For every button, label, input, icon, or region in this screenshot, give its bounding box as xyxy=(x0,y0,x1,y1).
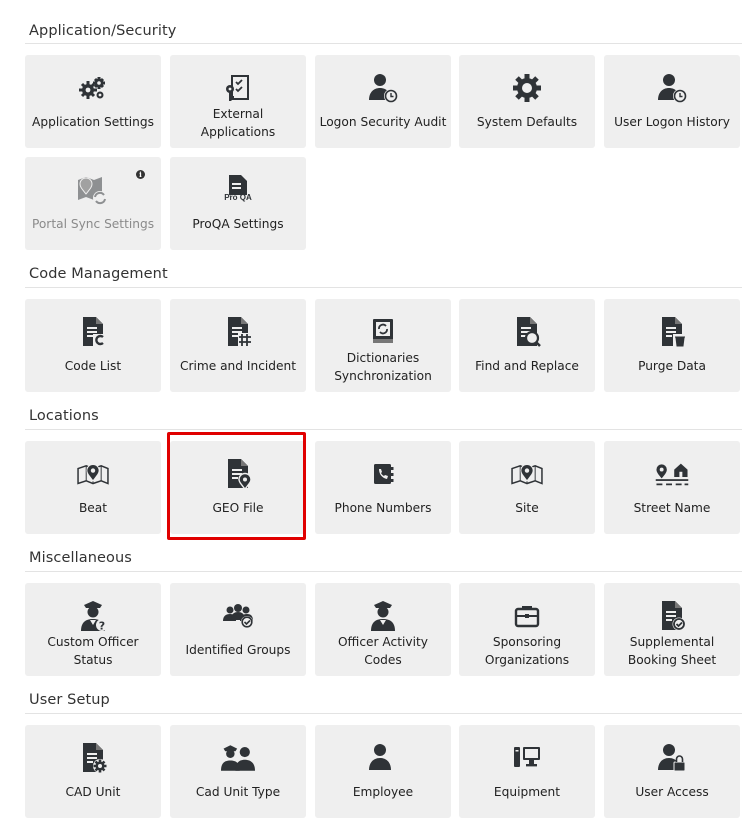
doc-gear-icon xyxy=(76,741,110,775)
tile-equipment[interactable]: Equipment xyxy=(459,725,595,818)
tile-find-and-replace[interactable]: Find and Replace xyxy=(459,299,595,392)
svg-text:?: ? xyxy=(99,620,105,633)
tile-application-settings[interactable]: Application Settings xyxy=(25,55,161,148)
computer-icon xyxy=(510,741,544,775)
section-divider xyxy=(25,287,742,288)
tile-label: Find and Replace xyxy=(475,359,579,373)
tile-label: Identified Groups xyxy=(185,643,291,657)
tile-label: External Applications xyxy=(200,107,276,139)
tile-label: Phone Numbers xyxy=(334,501,432,515)
book-sync-icon xyxy=(366,315,400,349)
tile-label: Crime and Incident xyxy=(179,359,297,373)
tile-identified-groups[interactable]: Identified Groups xyxy=(170,583,306,676)
officers-icon xyxy=(221,741,255,775)
doc-code-icon xyxy=(76,315,110,349)
map-pin-icon xyxy=(510,457,544,491)
tile-label: ProQA Settings xyxy=(192,217,284,231)
doc-search-icon xyxy=(510,315,544,349)
tile-label: Site xyxy=(515,501,539,515)
section-title-code-management: Code Management xyxy=(29,266,168,282)
tile-label: Supplemental Booking Sheet xyxy=(627,635,717,667)
tile-purge-data[interactable]: Purge Data xyxy=(604,299,740,392)
section-divider xyxy=(25,429,742,430)
briefcase-icon xyxy=(510,599,544,633)
tile-code-list[interactable]: Code List xyxy=(25,299,161,392)
tile-label: Dictionaries Synchronization xyxy=(334,351,432,383)
tile-label: Logon Security Audit xyxy=(319,115,447,129)
tile-label: User Access xyxy=(635,785,709,799)
tile-user-access[interactable]: User Access xyxy=(604,725,740,818)
section-title-miscellaneous: Miscellaneous xyxy=(29,550,132,566)
tile-crime-and-incident[interactable]: Crime and Incident xyxy=(170,299,306,392)
tile-logon-security-audit[interactable]: Logon Security Audit xyxy=(315,55,451,148)
street-house-icon xyxy=(655,457,689,491)
admin-tile-page: Application/Security Application Setting… xyxy=(0,0,747,824)
tile-label: Custom Officer Status xyxy=(47,635,139,667)
tile-portal-sync-settings: i Portal Sync Settings xyxy=(25,157,161,250)
info-icon[interactable]: i xyxy=(136,170,145,179)
section-divider xyxy=(25,571,742,572)
tile-cad-unit[interactable]: CAD Unit xyxy=(25,725,161,818)
group-check-icon xyxy=(221,599,255,633)
user-clock-icon xyxy=(655,71,689,105)
tile-external-applications[interactable]: External Applications xyxy=(170,55,306,148)
user-clock-icon xyxy=(366,71,400,105)
proqa-icon-text: Pro QA xyxy=(224,193,252,202)
section-divider xyxy=(25,43,742,44)
tile-label: Employee xyxy=(352,785,414,799)
tile-system-defaults[interactable]: System Defaults xyxy=(459,55,595,148)
doc-pin-icon xyxy=(221,457,255,491)
tile-label: User Logon History xyxy=(614,115,730,129)
officer-question-icon: ? xyxy=(76,599,110,633)
tile-label: Application Settings xyxy=(32,115,154,129)
user-lock-icon xyxy=(655,741,689,775)
tile-dictionaries-synchronization[interactable]: Dictionaries Synchronization xyxy=(315,299,451,392)
tile-officer-activity-codes[interactable]: Officer Activity Codes xyxy=(315,583,451,676)
officer-icon xyxy=(366,599,400,633)
doc-hash-icon xyxy=(221,315,255,349)
tile-label: Beat xyxy=(78,501,108,515)
tile-site[interactable]: Site xyxy=(459,441,595,534)
tile-label: CAD Unit xyxy=(65,785,121,799)
tile-sponsoring-organizations[interactable]: Sponsoring Organizations xyxy=(459,583,595,676)
tile-proqa-settings[interactable]: Pro QA ProQA Settings xyxy=(170,157,306,250)
tile-label: Officer Activity Codes xyxy=(337,635,429,667)
doc-check-icon xyxy=(655,599,689,633)
gear-icon xyxy=(510,71,544,105)
proqa-doc-icon: Pro QA xyxy=(221,173,255,207)
tile-employee[interactable]: Employee xyxy=(315,725,451,818)
tile-label: Street Name xyxy=(633,501,711,515)
tile-custom-officer-status[interactable]: ? Custom Officer Status xyxy=(25,583,161,676)
tile-label: System Defaults xyxy=(476,115,578,129)
section-title-user-setup: User Setup xyxy=(29,692,110,708)
tile-street-name[interactable]: Street Name xyxy=(604,441,740,534)
tile-phone-numbers[interactable]: Phone Numbers xyxy=(315,441,451,534)
tile-label: Purge Data xyxy=(638,359,706,373)
tile-user-logon-history[interactable]: User Logon History xyxy=(604,55,740,148)
tile-geo-file[interactable]: GEO File xyxy=(170,441,306,534)
map-sync-icon xyxy=(76,173,110,207)
user-icon xyxy=(366,741,400,775)
tile-label: Cad Unit Type xyxy=(195,785,281,799)
tile-label: Equipment xyxy=(493,785,561,799)
map-pin-icon xyxy=(76,457,110,491)
section-divider xyxy=(25,713,742,714)
external-apps-icon xyxy=(221,71,255,105)
tile-label: Sponsoring Organizations xyxy=(484,635,570,667)
doc-trash-icon xyxy=(655,315,689,349)
tile-cad-unit-type[interactable]: Cad Unit Type xyxy=(170,725,306,818)
phone-book-icon xyxy=(366,457,400,491)
section-title-application-security: Application/Security xyxy=(29,23,177,39)
gears-icon xyxy=(76,71,110,105)
tile-label: Code List xyxy=(64,359,122,373)
tile-label: Portal Sync Settings xyxy=(31,217,155,231)
section-title-locations: Locations xyxy=(29,408,99,424)
tile-beat[interactable]: Beat xyxy=(25,441,161,534)
tile-supplemental-booking-sheet[interactable]: Supplemental Booking Sheet xyxy=(604,583,740,676)
tile-label: GEO File xyxy=(212,501,264,515)
